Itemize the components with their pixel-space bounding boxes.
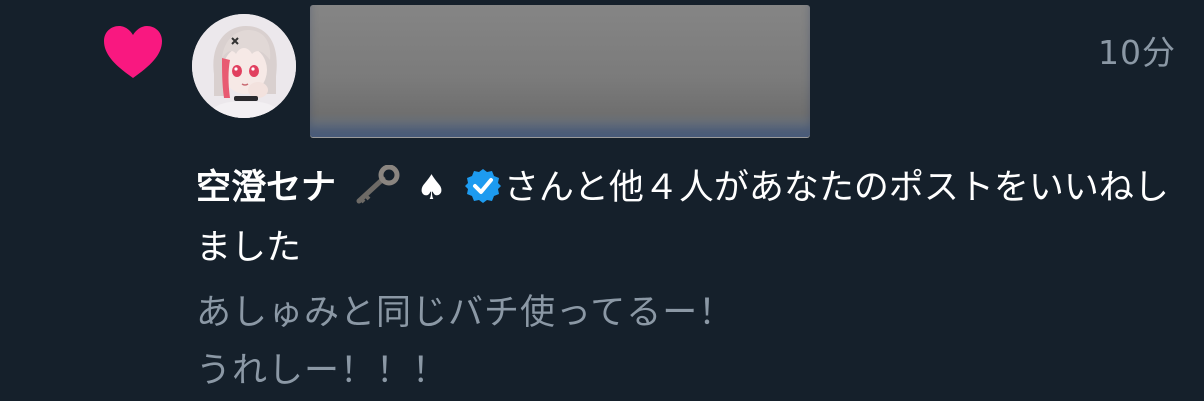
redacted-image xyxy=(310,5,810,137)
timestamp: 10分 xyxy=(1098,33,1176,72)
heart-icon xyxy=(104,26,162,78)
avatar[interactable] xyxy=(192,14,296,118)
post-preview[interactable]: あしゅみと同じバチ使ってるー！ うれしー！！！ xyxy=(196,284,1186,400)
like-notification[interactable]: 10分 空澄セナ ♠ さんと他４人があなたのポストをいいねしました あしゅみと同… xyxy=(0,0,1204,401)
notification-message: 空澄セナ ♠ さんと他４人があなたのポストをいいねしました xyxy=(196,158,1186,278)
spade-icon: ♠ xyxy=(416,168,447,208)
verified-badge-icon xyxy=(464,169,501,203)
action-text: さんと他４人があなたのポストをいいねしました xyxy=(196,168,1169,268)
post-preview-line: あしゅみと同じバチ使ってるー！ xyxy=(196,293,735,333)
avatar-image xyxy=(192,14,296,118)
sender-name[interactable]: 空澄セナ xyxy=(196,168,336,208)
post-preview-line: うれしー！！！ xyxy=(196,351,449,391)
key-icon xyxy=(356,165,400,204)
